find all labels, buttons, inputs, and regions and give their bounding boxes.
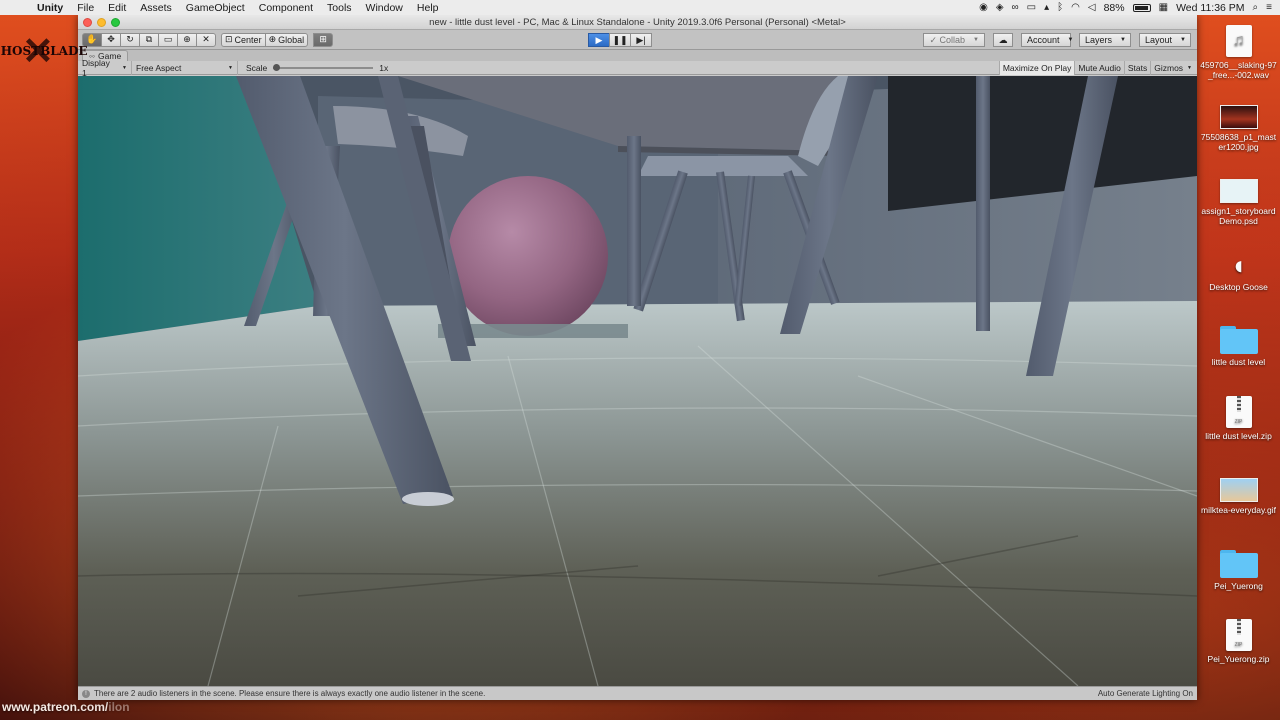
scale-tool-icon[interactable]: ⧉: [139, 32, 159, 47]
desktop-file-psd[interactable]: assign1_storyboardDemo.psd: [1197, 179, 1280, 226]
menu-help[interactable]: Help: [410, 2, 446, 14]
play-button[interactable]: ▶: [588, 33, 610, 47]
input-source-icon[interactable]: ▦: [1159, 2, 1168, 13]
desktop-folder-level[interactable]: little dust level: [1197, 326, 1280, 367]
scale-value: 1x: [379, 62, 389, 73]
unity-toolbar: ✋ ✥ ↻ ⧉ ▭ ⊕ ✕ ⊡ Center ⊕ Global ⊞ ▶ ❚❚ ▶| …: [78, 30, 1197, 50]
mac-menu-bar: Unity File Edit Assets GameObject Compon…: [0, 0, 1280, 15]
bluetooth-icon[interactable]: ᛒ: [1057, 2, 1063, 13]
game-view-controls: Display 1 ▼ Free Aspect ▼ Scale 1x Maximiz…: [78, 58, 1197, 78]
goose-icon: ◖: [1230, 250, 1247, 280]
zip-file-icon: ZIP: [1225, 396, 1252, 428]
grid-snap-icon[interactable]: ⊞: [313, 32, 334, 47]
mute-audio-toggle[interactable]: Mute Audio: [1074, 61, 1124, 75]
maximize-on-play-toggle[interactable]: Maximize On Play: [998, 61, 1075, 75]
snap-group: ⊞: [313, 32, 334, 47]
scale-label: Scale: [246, 62, 268, 73]
layout-dropdown[interactable]: Layout ▼: [1139, 33, 1191, 47]
pivot-global-button[interactable]: ⊕ Global: [264, 32, 309, 47]
menu-gameobject[interactable]: GameObject: [179, 2, 252, 14]
toolbar-right: ✓ Collab ▼ ☁ Account ▼ Layers ▼ Layout ▼: [923, 33, 1191, 47]
close-window-button[interactable]: [83, 18, 92, 27]
battery-icon[interactable]: [1132, 3, 1151, 12]
game-scene-render: [78, 76, 1197, 686]
unity-hub-icon[interactable]: ◈: [996, 2, 1004, 13]
notification-center-icon[interactable]: ≡: [1266, 2, 1272, 13]
desktop-zip-pei[interactable]: ZIP Pei_Yuerong.zip: [1197, 619, 1280, 664]
menu-component[interactable]: Component: [252, 2, 320, 14]
wifi-icon[interactable]: ◠: [1071, 2, 1080, 13]
desktop-zip-level[interactable]: ZIP little dust level.zip: [1197, 396, 1280, 441]
wallpaper-url: www.patreon.com/ilon: [2, 700, 130, 714]
info-icon: !: [82, 689, 90, 698]
desktop-file-gif[interactable]: milktea-everyday.gif: [1197, 478, 1280, 515]
battery-percent: 88%: [1103, 1, 1125, 14]
menu-window[interactable]: Window: [359, 2, 410, 14]
pivot-toggles: ⊡ Center ⊕ Global: [221, 32, 309, 47]
account-dropdown[interactable]: Account ▼: [1021, 33, 1073, 47]
wallpaper-logo: ✕ GHOSTBLADE: [0, 28, 88, 73]
layers-dropdown[interactable]: Layers ▼: [1079, 33, 1131, 47]
creative-cloud-icon[interactable]: ∞: [1012, 2, 1019, 13]
aspect-select[interactable]: Free Aspect ▼: [132, 60, 238, 75]
desktop-app-goose[interactable]: ◖ Desktop Goose: [1197, 251, 1280, 292]
menu-app-unity[interactable]: Unity: [30, 2, 70, 14]
move-tool-icon[interactable]: ✥: [101, 32, 121, 47]
cloud-icon[interactable]: ☁: [993, 33, 1013, 47]
globe-icon: ⊕: [268, 34, 277, 44]
pause-button[interactable]: ❚❚: [609, 33, 631, 47]
airplay-icon[interactable]: ▭: [1027, 2, 1036, 13]
spotlight-icon[interactable]: ⌕: [1253, 2, 1259, 13]
volume-icon[interactable]: ◁: [1088, 2, 1096, 13]
game-tab-strip: ◦◦ Game: [78, 50, 1197, 61]
rect-tool-icon[interactable]: ▭: [158, 32, 178, 47]
minimize-window-button[interactable]: [97, 18, 106, 27]
pivot-icon: ⊡: [225, 34, 233, 44]
window-titlebar[interactable]: new - little dust level - PC, Mac & Linu…: [78, 15, 1197, 30]
gizmos-dropdown[interactable]: Gizmos ▼: [1150, 61, 1195, 75]
scale-slider[interactable]: [273, 63, 374, 71]
gif-thumbnail-icon: [1219, 478, 1258, 502]
menubar-clock[interactable]: Wed 11:36 PM: [1176, 2, 1244, 14]
stats-toggle[interactable]: Stats: [1123, 61, 1150, 75]
folder-icon: [1219, 326, 1258, 354]
lighting-status[interactable]: Auto Generate Lighting On: [1098, 689, 1193, 698]
notification-icon[interactable]: ▴: [1044, 2, 1049, 13]
zip-file-icon: ZIP: [1225, 619, 1252, 651]
game-view-toggles: Maximize On Play Mute Audio Stats Gizmos…: [998, 61, 1195, 75]
psd-thumbnail-icon: [1219, 179, 1258, 203]
fullscreen-window-button[interactable]: [111, 18, 120, 27]
folder-icon: [1219, 550, 1258, 578]
step-button[interactable]: ▶|: [630, 33, 652, 47]
menu-edit[interactable]: Edit: [101, 2, 133, 14]
transform-tools: ✋ ✥ ↻ ⧉ ▭ ⊕ ✕: [82, 32, 216, 47]
audio-file-icon: ♫: [1225, 25, 1252, 57]
pivot-center-button[interactable]: ⊡ Center: [221, 32, 266, 47]
console-message[interactable]: There are 2 audio listeners in the scene…: [94, 689, 485, 698]
desktop-file-wav[interactable]: ♫ 459706__slaking-97_free...-002.wav: [1197, 25, 1280, 80]
scale-slider-knob[interactable]: [273, 63, 281, 71]
desktop-icons: ♫ 459706__slaking-97_free...-002.wav 755…: [1197, 15, 1280, 720]
window-controls: [83, 18, 120, 27]
desktop-folder-pei[interactable]: Pei_Yuerong: [1197, 550, 1280, 591]
play-controls: ▶ ❚❚ ▶|: [588, 33, 652, 47]
image-thumbnail-icon: [1219, 105, 1258, 129]
menu-tools[interactable]: Tools: [320, 2, 359, 14]
status-menus: ◉ ◈ ∞ ▭ ▴ ᛒ ◠ ◁ 88% ▦ Wed 11:36 PM ⌕ ≡: [979, 2, 1280, 14]
window-title: new - little dust level - PC, Mac & Linu…: [429, 16, 846, 28]
game-viewport[interactable]: [78, 76, 1197, 686]
record-icon[interactable]: ◉: [979, 2, 988, 13]
rotate-tool-icon[interactable]: ↻: [120, 32, 140, 47]
menu-assets[interactable]: Assets: [133, 2, 179, 14]
transform-tool-icon[interactable]: ⊕: [177, 32, 197, 47]
scale-control: Scale 1x: [238, 63, 388, 73]
custom-tool-icon[interactable]: ✕: [196, 32, 216, 47]
unity-editor-window: new - little dust level - PC, Mac & Linu…: [78, 15, 1197, 700]
desktop-file-jpg[interactable]: 75508638_p1_master1200.jpg: [1197, 105, 1280, 152]
display-select[interactable]: Display 1 ▼: [78, 58, 132, 78]
menu-file[interactable]: File: [70, 2, 101, 14]
status-bar[interactable]: ! There are 2 audio listeners in the sce…: [78, 686, 1197, 700]
collab-dropdown[interactable]: ✓ Collab ▼: [923, 33, 985, 47]
